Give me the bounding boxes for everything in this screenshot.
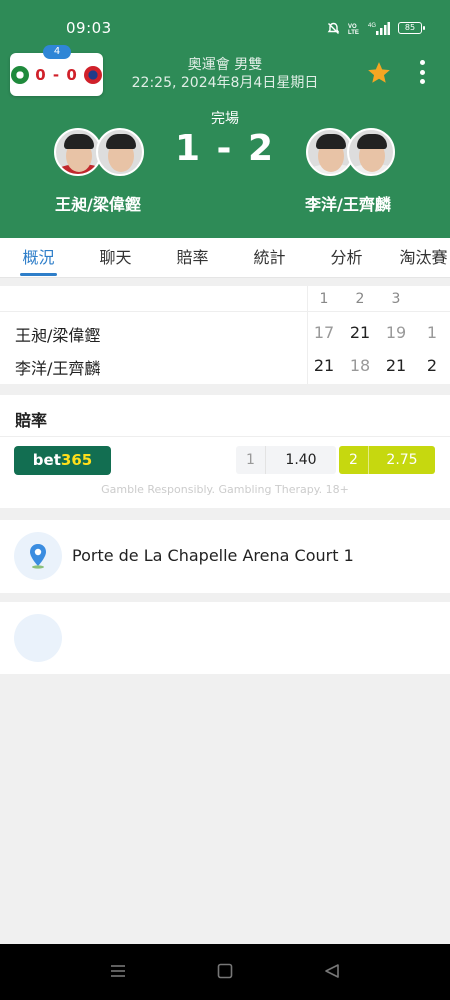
total-score: 1 (426, 323, 438, 342)
favorite-star-icon[interactable] (366, 60, 392, 86)
divider (0, 436, 450, 437)
volte-icon: VO LTE (348, 24, 359, 35)
svg-text:LTE: LTE (348, 30, 359, 35)
mute-icon (327, 22, 340, 34)
tab-knockout[interactable]: 淘汰賽 (385, 238, 450, 277)
placeholder-icon (14, 614, 62, 662)
score-table: 1 2 3 王昶/梁偉鏗 17 21 19 1 李洋/王齊麟 21 18 21 … (0, 286, 450, 384)
signal-icon: 4G (368, 22, 390, 35)
system-nav-bar (0, 944, 450, 1000)
set-header: 2 (355, 291, 365, 307)
tab-stats[interactable]: 統計 (231, 238, 308, 277)
divider (0, 311, 450, 312)
odds-option-2[interactable]: 2 2.75 (339, 446, 435, 474)
tab-analysis[interactable]: 分析 (308, 238, 385, 277)
location-pin-icon (14, 532, 62, 580)
row-team-name: 李洋/王齊麟 (15, 359, 101, 378)
tab-odds[interactable]: 賠率 (154, 238, 231, 277)
bookmaker-name-part: 365 (60, 451, 93, 469)
bookmaker-logo[interactable]: bet365 (14, 446, 111, 475)
home-icon[interactable] (216, 962, 234, 980)
odds-title: 賠率 (15, 411, 48, 430)
tab-bar: 概況 聊天 賠率 統計 分析 淘汰賽 (0, 238, 450, 278)
placeholder-card (0, 602, 450, 674)
player-avatar[interactable] (347, 128, 395, 176)
status-icons: VO LTE 4G 85 (327, 21, 425, 35)
set-score: 19 (385, 323, 407, 342)
player-avatar[interactable] (96, 128, 144, 176)
set-score: 21 (349, 323, 371, 342)
set-score: 21 (313, 356, 335, 375)
odds-option-1[interactable]: 1 1.40 (236, 446, 336, 474)
odds-key: 1 (236, 446, 266, 474)
odds-card: 賠率 bet365 1 1.40 2 2.75 Gamble Responsib… (0, 395, 450, 508)
set-header: 3 (391, 291, 401, 307)
tab-chat[interactable]: 聊天 (77, 238, 154, 277)
set-score: 21 (385, 356, 407, 375)
set-score: 18 (349, 356, 371, 375)
gamble-note: Gamble Responsibly. Gambling Therapy. 18… (101, 483, 349, 496)
player-avatar[interactable] (54, 128, 102, 176)
odds-key: 2 (339, 446, 369, 474)
status-time: 09:03 (66, 19, 112, 37)
venue-card[interactable]: Porte de La Chapelle Arena Court 1 (0, 520, 450, 593)
tab-overview[interactable]: 概況 (0, 238, 77, 277)
set-score: 17 (313, 323, 335, 342)
venue-name: Porte de La Chapelle Arena Court 1 (72, 546, 354, 565)
row-team-name: 王昶/梁偉鏗 (15, 326, 101, 345)
away-team-name[interactable]: 李洋/王齊麟 (305, 191, 391, 215)
bookmaker-name-part: bet (32, 451, 61, 469)
odds-value: 2.75 (386, 452, 418, 468)
match-status: 完場 (211, 111, 239, 127)
odds-value: 1.40 (285, 452, 317, 468)
total-score: 2 (426, 356, 438, 375)
menu-icon[interactable] (109, 962, 127, 980)
set-header: 1 (319, 291, 329, 307)
match-header: 09:03 VO LTE 4G 85 4 0 - 0 奧運會 男雙 22:25,… (0, 0, 450, 238)
more-options-icon[interactable] (417, 60, 427, 84)
battery-icon: 85 (398, 22, 425, 34)
back-icon[interactable] (323, 962, 341, 980)
home-team-name[interactable]: 王昶/梁偉鏗 (55, 191, 141, 215)
svg-text:4G: 4G (368, 23, 376, 29)
